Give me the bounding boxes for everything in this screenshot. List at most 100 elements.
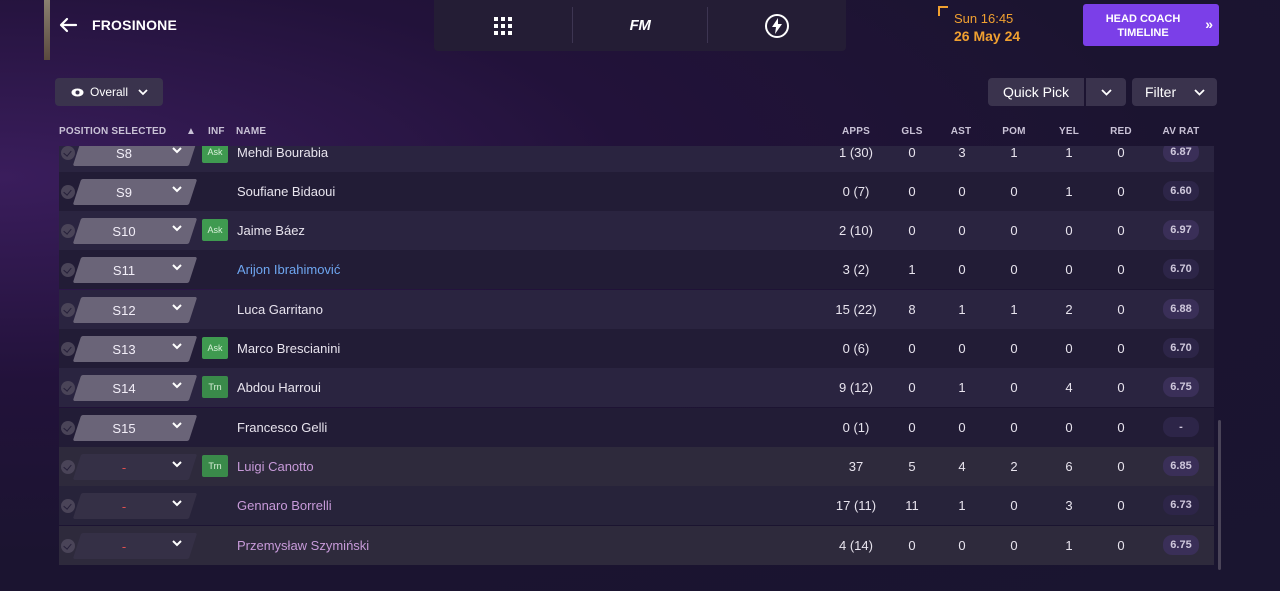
fm-home-button[interactable]: FM	[573, 0, 707, 51]
select-check-icon[interactable]	[61, 499, 75, 513]
sort-ascending-icon[interactable]: ▲	[186, 126, 196, 137]
head-coach-timeline-button[interactable]: HEAD COACH TIMELINE »	[1083, 4, 1219, 46]
filter-button[interactable]: Filter	[1132, 78, 1217, 106]
cell-yel: 1	[1065, 146, 1073, 160]
table-row[interactable]: S8 Ask Mehdi Bourabia 1 (30) 0 3 1 1 0 6.87	[59, 146, 1214, 172]
player-name-link[interactable]: Marco Brescianini	[237, 341, 340, 356]
average-rating-badge: 6.75	[1163, 535, 1199, 555]
table-row[interactable]: S10 Ask Jaime Báez 2 (10) 0 0 0 0 0 6.97	[59, 211, 1214, 250]
cell-ast: 3	[958, 146, 966, 160]
player-name-link[interactable]: Soufiane Bidaoui	[237, 184, 335, 199]
info-badge[interactable]: Ask	[202, 146, 228, 163]
date-display[interactable]: Sun 16:45 26 May 24	[938, 6, 1078, 46]
column-header-name[interactable]: NAME	[236, 126, 266, 137]
player-name-link[interactable]: Arijon Ibrahimović	[237, 262, 340, 277]
chevron-down-icon	[172, 147, 182, 154]
table-row[interactable]: - Gennaro Borrelli 17 (11) 11 1 0 3 0 6.73	[59, 486, 1214, 525]
club-name[interactable]: FROSINONE	[92, 17, 177, 33]
cell-red: 0	[1117, 262, 1125, 277]
column-header-yel[interactable]: YEL	[1054, 126, 1084, 137]
average-rating-badge: 6.73	[1163, 495, 1199, 515]
cell-red: 0	[1117, 380, 1125, 395]
position-selector-value: S13	[112, 342, 136, 357]
chevron-down-icon	[172, 225, 182, 232]
cell-ast: 0	[958, 341, 966, 356]
select-check-icon[interactable]	[61, 224, 75, 238]
player-name-link[interactable]: Gennaro Borrelli	[237, 498, 332, 513]
cell-yel: 0	[1065, 223, 1073, 238]
cell-red: 0	[1117, 184, 1125, 199]
cell-apps: 3 (2)	[842, 262, 870, 277]
filter-label: Filter	[1145, 84, 1177, 100]
select-check-icon[interactable]	[61, 146, 75, 160]
cell-red: 0	[1117, 302, 1125, 317]
chevron-down-icon	[172, 422, 182, 429]
position-selector-value: -	[121, 460, 127, 475]
column-header-av-rat[interactable]: AV RAT	[1160, 126, 1202, 137]
chevron-down-icon	[1194, 88, 1205, 96]
cell-red: 0	[1117, 223, 1125, 238]
cell-red: 0	[1117, 498, 1125, 513]
player-name-link[interactable]: Jaime Báez	[237, 223, 305, 238]
chevron-down-icon	[172, 500, 182, 507]
table-row[interactable]: - Trn Luigi Canotto 37 5 4 2 6 0 6.85	[59, 447, 1214, 486]
column-header-gls[interactable]: GLS	[897, 126, 927, 137]
info-badge[interactable]: Ask	[202, 219, 228, 241]
quick-pick-button[interactable]: Quick Pick	[988, 78, 1084, 106]
select-check-icon[interactable]	[61, 185, 75, 199]
table-row[interactable]: S13 Ask Marco Brescianini 0 (6) 0 0 0 0 0 6.70	[59, 329, 1214, 368]
chevron-down-icon	[172, 186, 182, 193]
select-check-icon[interactable]	[61, 263, 75, 277]
select-check-icon[interactable]	[61, 460, 75, 474]
select-check-icon[interactable]	[61, 342, 75, 356]
player-name-link[interactable]: Francesco Gelli	[237, 420, 327, 435]
cell-red: 0	[1117, 146, 1125, 160]
player-name-link[interactable]: Mehdi Bourabia	[237, 146, 328, 160]
player-name-link[interactable]: Przemysław Szymiński	[237, 538, 369, 553]
vertical-scrollbar[interactable]	[1218, 420, 1221, 570]
cell-yel: 2	[1065, 302, 1073, 317]
cell-pom: 0	[1010, 341, 1018, 356]
cell-yel: 0	[1065, 262, 1073, 277]
select-check-icon[interactable]	[61, 421, 75, 435]
table-row[interactable]: S9 Soufiane Bidaoui 0 (7) 0 0 0 1 0 6.60	[59, 172, 1214, 211]
table-row[interactable]: - Przemysław Szymiński 4 (14) 0 0 0 1 0 6.75	[59, 526, 1214, 565]
grid-menu-icon[interactable]	[434, 0, 572, 51]
table-row[interactable]: S14 Trn Abdou Harroui 9 (12) 0 1 0 4 0 6.75	[59, 368, 1214, 407]
cell-gls: 0	[908, 380, 916, 395]
cell-apps: 0 (1)	[842, 420, 870, 435]
column-header-inf[interactable]: INF	[208, 126, 225, 137]
player-name-link[interactable]: Abdou Harroui	[237, 380, 321, 395]
cell-gls: 0	[908, 146, 916, 160]
quick-pick-dropdown[interactable]	[1086, 78, 1126, 106]
head-coach-timeline-label: HEAD COACH TIMELINE	[1105, 13, 1181, 39]
column-header-pom[interactable]: POM	[999, 126, 1029, 137]
cell-yel: 4	[1065, 380, 1073, 395]
column-header-red[interactable]: RED	[1106, 126, 1136, 137]
info-badge[interactable]: Ask	[202, 337, 228, 359]
player-name-link[interactable]: Luca Garritano	[237, 302, 323, 317]
chevron-down-icon	[1100, 88, 1112, 96]
select-check-icon[interactable]	[61, 303, 75, 317]
column-header-apps[interactable]: APPS	[834, 126, 878, 137]
select-check-icon[interactable]	[61, 539, 75, 553]
info-badge[interactable]: Trn	[202, 376, 228, 398]
back-arrow-icon[interactable]	[56, 13, 80, 37]
position-selector-value: -	[121, 539, 127, 554]
cell-pom: 0	[1010, 420, 1018, 435]
view-selector-button[interactable]: Overall	[55, 78, 163, 106]
table-row[interactable]: S12 Luca Garritano 15 (22) 8 1 1 2 0 6.88	[59, 290, 1214, 329]
lightning-icon[interactable]	[708, 0, 846, 51]
player-name-link[interactable]: Luigi Canotto	[237, 459, 314, 474]
table-row[interactable]: S15 Francesco Gelli 0 (1) 0 0 0 0 0 -	[59, 408, 1214, 447]
cell-yel: 1	[1065, 538, 1073, 553]
column-header-position[interactable]: POSITION SELECTED	[59, 126, 166, 137]
cell-red: 0	[1117, 459, 1125, 474]
info-badge[interactable]: Trn	[202, 455, 228, 477]
select-check-icon[interactable]	[61, 381, 75, 395]
table-row[interactable]: S11 Arijon Ibrahimović 3 (2) 1 0 0 0 0 6.70	[59, 250, 1214, 289]
position-selector-value: S12	[112, 303, 136, 318]
cell-apps: 0 (6)	[842, 341, 870, 356]
column-header-ast[interactable]: AST	[946, 126, 976, 137]
cell-red: 0	[1117, 420, 1125, 435]
